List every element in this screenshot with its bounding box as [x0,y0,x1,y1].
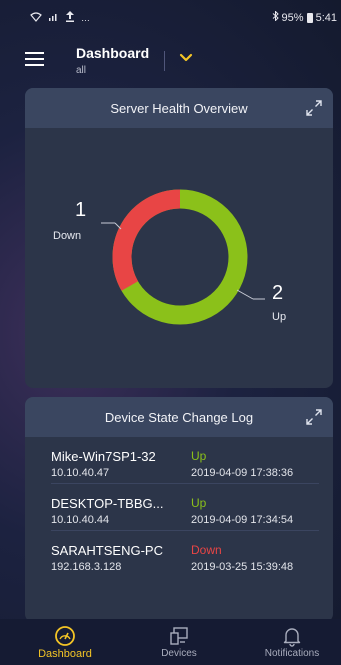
up-leader-line [236,289,254,300]
signal-icon [49,12,59,24]
app-bar: Dashboard all [0,32,341,84]
page-title: Dashboard [76,45,150,61]
device-ip: 10.10.40.44 [51,514,110,526]
wifi-icon [30,11,42,25]
battery-icon [306,12,313,23]
device-state: Up [191,449,207,463]
divider [164,51,165,71]
nav-label: Notifications [264,648,320,659]
upload-icon [66,11,74,25]
dashboard-gauge-icon [55,626,75,646]
device-name: DESKTOP-TBBG... [51,496,164,511]
nav-dashboard[interactable]: Dashboard [10,619,120,665]
device-ip: 192.168.3.128 [51,561,122,573]
nav-notifications[interactable]: Notifications [237,619,341,665]
nav-label: Dashboard [38,648,92,660]
card-header: Server Health Overview [25,88,333,128]
status-icons-left: … [30,11,90,25]
down-segment[interactable] [112,189,181,291]
bluetooth-icon [272,10,279,24]
change-time: 2019-03-25 15:39:48 [191,561,294,573]
log-row[interactable]: Mike-Win7SP1-32 10.10.40.47 Up 2019-04-0… [51,437,319,484]
clock: 5:41 [315,11,337,24]
card-title: Server Health Overview [110,100,248,116]
device-ip: 10.10.40.47 [51,467,110,479]
more-icon: … [81,13,90,23]
change-time: 2019-04-09 17:34:54 [191,514,294,526]
status-icons-right: 95% 5:41 [272,10,337,24]
health-donut-chart: 1 Down 2 Up [25,128,333,388]
status-bar: … 95% 5:41 [0,0,341,32]
bottom-nav: Dashboard Devices Notifications [0,619,341,665]
device-state: Down [191,543,222,557]
expand-icon[interactable] [305,408,323,426]
device-state: Up [191,496,207,510]
card-title: Device State Change Log [104,409,254,425]
expand-icon[interactable] [305,99,323,117]
chevron-down-icon[interactable] [178,50,194,66]
up-label: Up [272,311,287,323]
devices-icon [170,627,188,645]
nav-label: Devices [161,648,197,659]
change-time: 2019-04-09 17:38:36 [191,467,294,479]
menu-icon[interactable] [25,52,44,66]
bell-icon [283,628,301,647]
nav-devices[interactable]: Devices [124,619,234,665]
card-header: Device State Change Log [25,397,333,437]
server-health-card: Server Health Overview 1 Down 2 Up [25,88,333,388]
down-label: Down [53,230,82,242]
down-count: 1 [75,199,87,221]
battery-percent: 95% [281,11,304,24]
up-count: 2 [272,282,284,304]
log-list: Mike-Win7SP1-32 10.10.40.47 Up 2019-04-0… [25,437,333,578]
log-row[interactable]: DESKTOP-TBBG... 10.10.40.44 Up 2019-04-0… [51,484,319,531]
device-log-card: Device State Change Log Mike-Win7SP1-32 … [25,397,333,622]
log-row[interactable]: SARAHTSENG-PC 192.168.3.128 Down 2019-03… [51,531,319,578]
page-subtitle: all [76,65,87,76]
device-name: Mike-Win7SP1-32 [51,449,156,464]
device-name: SARAHTSENG-PC [51,543,163,558]
